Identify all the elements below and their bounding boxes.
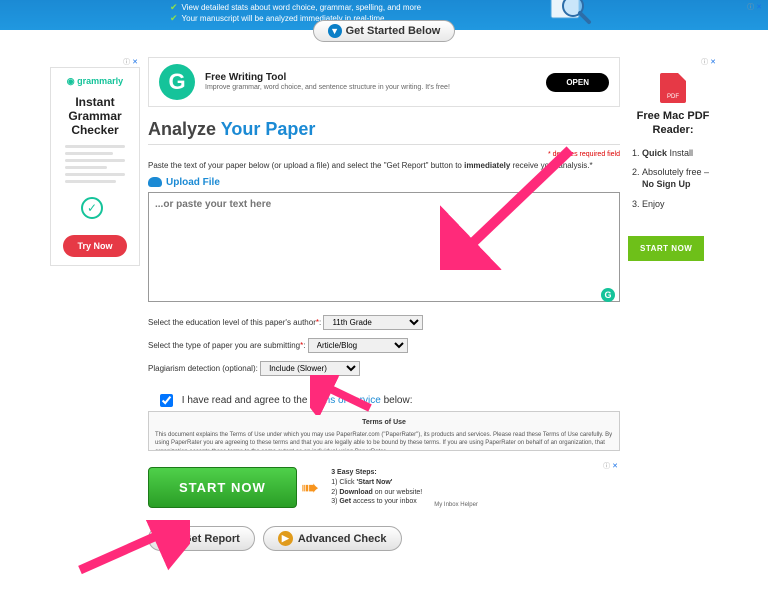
ad-close-icon[interactable]: ✕	[132, 59, 138, 66]
right-ad-title: Free Mac PDF Reader:	[628, 109, 718, 138]
banner-line1: View detailed stats about word choice, g…	[182, 3, 422, 12]
steps: 3 Easy Steps: 1) Click 'Start Now' 2) Do…	[331, 468, 422, 507]
left-ad: ◉ grammarly Instant Grammar Checker ✓ Tr…	[50, 67, 140, 266]
ad-marker: ⓘ✕	[50, 57, 140, 67]
analyze-heading: Analyze Your Paper	[148, 119, 620, 140]
tos-title: Terms of Use	[155, 418, 613, 428]
ad-info-icon[interactable]: ⓘ	[747, 4, 754, 11]
paper-type-select[interactable]: Article/Blog	[308, 338, 408, 353]
inline-ad: G Free Writing Tool Improve grammar, wor…	[148, 57, 620, 107]
pdf-icon: PDF	[660, 73, 686, 103]
star-icon: ▶	[278, 531, 293, 546]
get-started-button[interactable]: ▼ Get Started Below	[313, 20, 456, 42]
ad-marker: ⓘ✕	[745, 2, 764, 12]
ad-info-icon[interactable]: ⓘ	[701, 59, 708, 66]
right-ad-list: Quick Install Absolutely free – No Sign …	[628, 148, 718, 211]
placeholder-lines	[65, 145, 125, 183]
inbox-helper-label: My Inbox Helper	[434, 502, 478, 508]
ad-marker: ⓘ✕	[601, 461, 620, 471]
ad-info-icon[interactable]: ⓘ	[123, 59, 130, 66]
paper-type-row: Select the type of paper you are submitt…	[148, 338, 620, 353]
bottom-ad: ⓘ✕ START NOW ➠ 3 Easy Steps: 1) Click 'S…	[148, 461, 620, 514]
education-select[interactable]: 11th Grade	[323, 315, 423, 330]
try-now-button[interactable]: Try Now	[63, 235, 126, 257]
orange-arrow-icon: ➠	[301, 475, 319, 501]
arrow-down-icon: ▼	[328, 24, 342, 38]
list-item: Enjoy	[642, 199, 718, 211]
agree-row: I have read and agree to the terms of se…	[148, 394, 620, 407]
instruction-text: Paste the text of your paper below (or u…	[148, 161, 620, 170]
plagiarism-select[interactable]: Include (Slower)	[260, 361, 360, 376]
inline-ad-subtitle: Improve grammar, word choice, and senten…	[205, 83, 536, 92]
list-item: Quick Install	[642, 148, 718, 160]
play-icon: ▶	[163, 531, 178, 546]
ad-marker: ⓘ✕	[628, 57, 718, 67]
ad-close-icon[interactable]: ✕	[612, 463, 618, 470]
plagiarism-row: Plagiarism detection (optional): Include…	[148, 361, 620, 376]
grammarly-badge-icon[interactable]: G	[601, 288, 615, 302]
paper-textarea[interactable]	[148, 192, 620, 302]
required-note: * denotes required field	[148, 151, 620, 158]
tos-link[interactable]: terms of service	[310, 395, 381, 406]
ad-close-icon[interactable]: ✕	[710, 59, 716, 66]
upload-file-link[interactable]: Upload File	[148, 177, 220, 188]
tos-body: This document explains the Terms of Use …	[155, 431, 613, 451]
ad-close-icon[interactable]: ✕	[756, 4, 762, 11]
grammarly-circle-icon: G	[159, 64, 195, 100]
education-row: Select the education level of this paper…	[148, 315, 620, 330]
inline-ad-title: Free Writing Tool	[205, 72, 536, 83]
ad-info-icon[interactable]: ⓘ	[603, 463, 610, 470]
list-item: Absolutely free – No Sign Up	[642, 167, 718, 190]
grammarly-logo: ◉ grammarly	[59, 76, 131, 87]
open-button[interactable]: OPEN	[546, 73, 609, 92]
get-started-label: Get Started Below	[346, 25, 441, 37]
checkmark-icon: ✓	[81, 197, 103, 219]
agree-checkbox[interactable]	[160, 394, 173, 407]
start-now-side-button[interactable]: START NOW	[628, 236, 704, 261]
advanced-check-button[interactable]: ▶ Advanced Check	[263, 526, 402, 551]
cloud-upload-icon	[148, 177, 162, 187]
get-report-button[interactable]: ▶ Get Report	[148, 526, 255, 551]
check-icon: ✔	[170, 2, 178, 13]
left-ad-title: Instant Grammar Checker	[59, 95, 131, 137]
start-now-button[interactable]: START NOW	[148, 467, 297, 508]
tos-box[interactable]: Terms of Use This document explains the …	[148, 411, 620, 451]
